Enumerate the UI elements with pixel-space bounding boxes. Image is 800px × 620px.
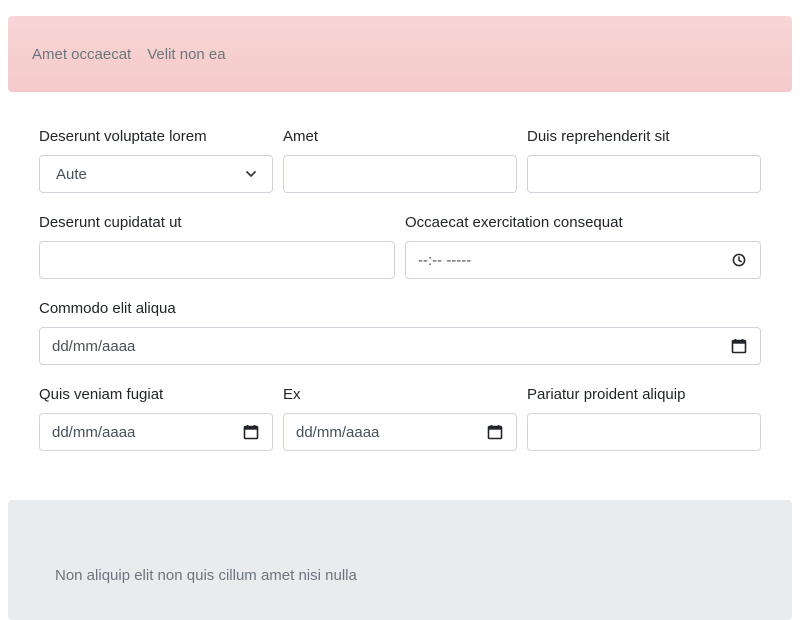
calendar-icon[interactable] [730, 337, 748, 355]
deserunt-cupidatat-label: Deserunt cupidatat ut [39, 214, 182, 231]
field-duis-reprehenderit-sit: Duis reprehenderit sit [527, 128, 761, 193]
date-placeholder: dd/mm/aaaa [52, 423, 136, 441]
field-amet: Amet [283, 128, 517, 193]
footer: Non aliquip elit non quis cillum amet ni… [8, 500, 792, 620]
footer-text: Non aliquip elit non quis cillum amet ni… [55, 567, 357, 584]
duis-reprehenderit-sit-input[interactable] [527, 155, 761, 193]
select-value: Aute [56, 165, 87, 183]
nav-link-velit-non-ea[interactable]: Velit non ea [147, 46, 225, 63]
field-ex: Ex dd/mm/aaaa [283, 386, 517, 451]
top-nav-bar: Amet occaecat Velit non ea [8, 16, 792, 92]
quis-veniam-date-input[interactable]: dd/mm/aaaa [39, 413, 273, 451]
pariatur-proident-aliquip-input[interactable] [527, 413, 761, 451]
deserunt-cupidatat-ut-input[interactable] [39, 241, 395, 279]
commodo-label: Commodo elit aliqua [39, 300, 176, 317]
date-placeholder: dd/mm/aaaa [296, 423, 380, 441]
field-deserunt-cupidatat-ut: Deserunt cupidatat ut [39, 214, 395, 279]
chevron-down-icon [242, 165, 260, 183]
time-placeholder: --:-- ----- [418, 251, 472, 269]
occaecat-label: Occaecat exercitation consequat [405, 214, 623, 231]
nav-link-amet-occaecat[interactable]: Amet occaecat [32, 46, 131, 63]
ex-date-input[interactable]: dd/mm/aaaa [283, 413, 517, 451]
field-pariatur-proident-aliquip: Pariatur proident aliquip [527, 386, 761, 451]
field-deserunt-voluptate-lorem: Deserunt voluptate lorem Aute [39, 128, 273, 193]
duis-label: Duis reprehenderit sit [527, 128, 670, 145]
occaecat-time-input[interactable]: --:-- ----- [405, 241, 761, 279]
deserunt-voluptate-lorem-select[interactable]: Aute [39, 155, 273, 193]
select-label: Deserunt voluptate lorem [39, 128, 207, 145]
field-commodo-elit-aliqua: Commodo elit aliqua dd/mm/aaaa [39, 300, 761, 365]
clock-icon[interactable] [730, 251, 748, 269]
calendar-icon[interactable] [242, 423, 260, 441]
ex-label: Ex [283, 386, 301, 403]
pariatur-label: Pariatur proident aliquip [527, 386, 686, 403]
amet-label: Amet [283, 128, 319, 145]
calendar-icon[interactable] [486, 423, 504, 441]
field-occaecat-exercitation-consequat: Occaecat exercitation consequat --:-- --… [405, 214, 761, 279]
date-placeholder: dd/mm/aaaa [52, 337, 136, 355]
field-quis-veniam-fugiat: Quis veniam fugiat dd/mm/aaaa [39, 386, 273, 451]
commodo-date-input[interactable]: dd/mm/aaaa [39, 327, 761, 365]
quis-veniam-label: Quis veniam fugiat [39, 386, 164, 403]
amet-input[interactable] [283, 155, 517, 193]
